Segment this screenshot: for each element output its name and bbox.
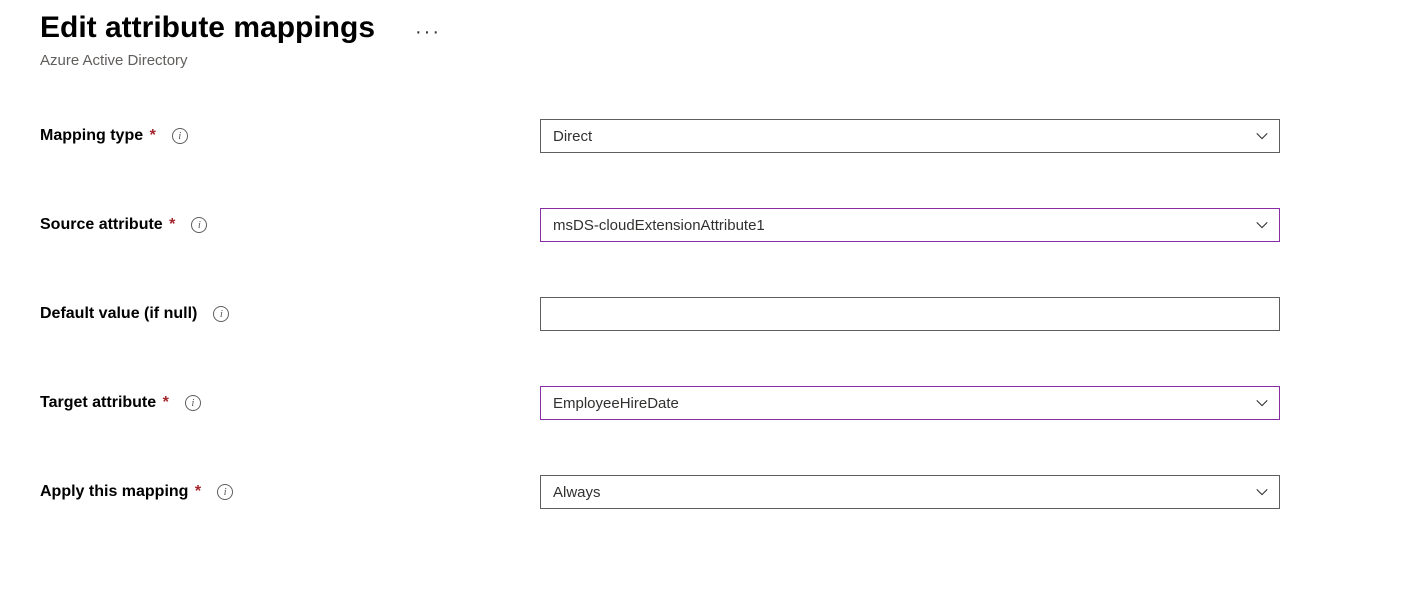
source-attribute-label: Source attribute xyxy=(40,216,163,233)
required-indicator: * xyxy=(163,394,169,411)
apply-mapping-value: Always xyxy=(553,484,601,501)
source-attribute-select[interactable]: msDS-cloudExtensionAttribute1 xyxy=(540,208,1280,242)
apply-mapping-label: Apply this mapping xyxy=(40,483,188,500)
default-value-input[interactable] xyxy=(540,297,1280,331)
info-icon[interactable]: i xyxy=(217,484,233,500)
chevron-down-icon xyxy=(1255,396,1269,410)
mapping-type-label: Mapping type xyxy=(40,127,143,144)
info-icon[interactable]: i xyxy=(172,128,188,144)
target-attribute-value: EmployeeHireDate xyxy=(553,395,679,412)
chevron-down-icon xyxy=(1255,218,1269,232)
info-icon[interactable]: i xyxy=(213,306,229,322)
page-subtitle: Azure Active Directory xyxy=(40,52,375,69)
target-attribute-label: Target attribute xyxy=(40,394,156,411)
chevron-down-icon xyxy=(1255,129,1269,143)
mapping-type-value: Direct xyxy=(553,128,592,145)
apply-mapping-select[interactable]: Always xyxy=(540,475,1280,509)
page-title: Edit attribute mappings xyxy=(40,10,375,46)
required-indicator: * xyxy=(169,216,175,233)
info-icon[interactable]: i xyxy=(191,217,207,233)
required-indicator: * xyxy=(150,127,156,144)
chevron-down-icon xyxy=(1255,485,1269,499)
mapping-type-select[interactable]: Direct xyxy=(540,119,1280,153)
required-indicator: * xyxy=(195,483,201,500)
more-actions-button[interactable]: ··· xyxy=(415,22,441,42)
info-icon[interactable]: i xyxy=(185,395,201,411)
default-value-label: Default value (if null) xyxy=(40,305,197,322)
target-attribute-select[interactable]: EmployeeHireDate xyxy=(540,386,1280,420)
source-attribute-value: msDS-cloudExtensionAttribute1 xyxy=(553,217,765,234)
